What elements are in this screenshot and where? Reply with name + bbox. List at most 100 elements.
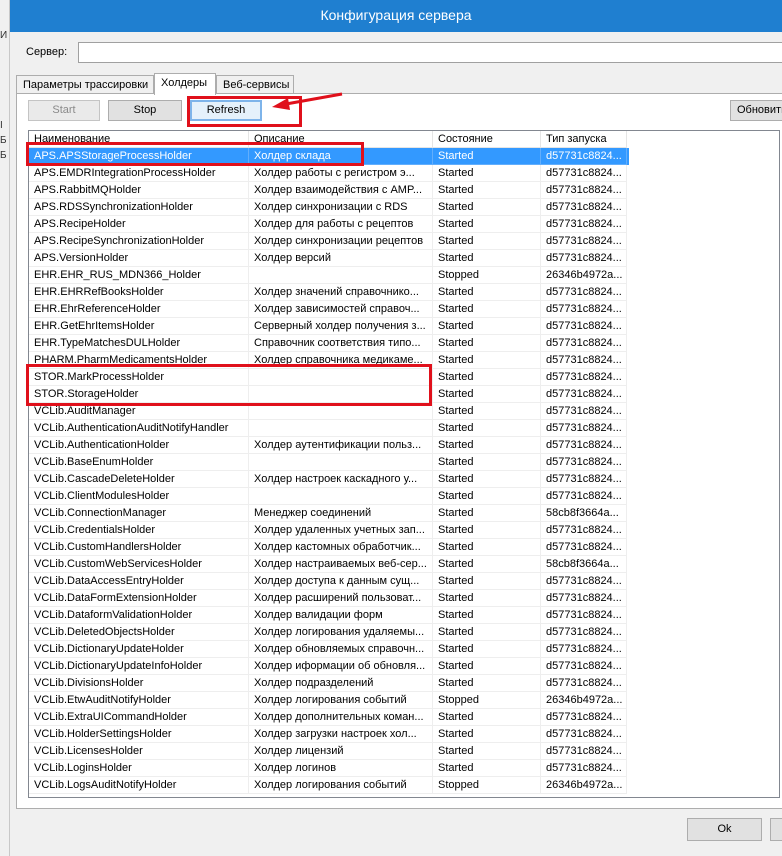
- table-row[interactable]: VCLib.DictionaryUpdateInfoHolder Холдер и…: [29, 658, 629, 675]
- table-row[interactable]: APS.APSStorageProcessHolder Холдер склада…: [29, 148, 629, 165]
- table-row[interactable]: VCLib.CascadeDeleteHolder Холдер настроек…: [29, 471, 629, 488]
- holder-description-cell: Холдер логирования удаляемы...: [249, 624, 433, 641]
- holder-launch-type-cell: d57731c8824...: [541, 420, 627, 437]
- holder-launch-type-cell: d57731c8824...: [541, 216, 627, 233]
- table-row[interactable]: EHR.TypeMatchesDULHolder Справочник соотв…: [29, 335, 629, 352]
- holder-state-cell: Started: [433, 743, 541, 760]
- holder-name-cell: VCLib.LicensesHolder: [29, 743, 249, 760]
- table-row[interactable]: VCLib.DataFormExtensionHolder Холдер расш…: [29, 590, 629, 607]
- table-row[interactable]: STOR.StorageHolder Started d57731c8824...: [29, 386, 629, 403]
- table-row[interactable]: EHR.EHRRefBooksHolder Холдер значений спр…: [29, 284, 629, 301]
- table-row[interactable]: APS.RabbitMQHolder Холдер взаимодействия …: [29, 182, 629, 199]
- table-row[interactable]: VCLib.AuthenticationAuditNotifyHandler St…: [29, 420, 629, 437]
- table-row[interactable]: VCLib.CustomWebServicesHolder Холдер наст…: [29, 556, 629, 573]
- holder-launch-type-cell: d57731c8824...: [541, 675, 627, 692]
- column-header-name[interactable]: Наименование: [29, 131, 249, 148]
- holder-name-cell: VCLib.DataformValidationHolder: [29, 607, 249, 624]
- table-row[interactable]: VCLib.DataformValidationHolder Холдер вал…: [29, 607, 629, 624]
- holder-description-cell: Менеджер соединений: [249, 505, 433, 522]
- table-row[interactable]: STOR.MarkProcessHolder Started d57731c8824…: [29, 369, 629, 386]
- holder-state-cell: Started: [433, 233, 541, 250]
- holder-description-cell: [249, 420, 433, 437]
- holder-launch-type-cell: d57731c8824...: [541, 250, 627, 267]
- table-row[interactable]: APS.RDSSynchronizationHolder Холдер синхр…: [29, 199, 629, 216]
- table-row[interactable]: VCLib.DictionaryUpdateHolder Холдер обнов…: [29, 641, 629, 658]
- server-input[interactable]: [78, 42, 782, 63]
- holder-state-cell: Started: [433, 488, 541, 505]
- table-row[interactable]: EHR.GetEhrItemsHolder Серверный холдер по…: [29, 318, 629, 335]
- table-row[interactable]: VCLib.DeletedObjectsHolder Холдер логиров…: [29, 624, 629, 641]
- table-row[interactable]: VCLib.ConnectionManager Менеджер соединен…: [29, 505, 629, 522]
- holder-launch-type-cell: d57731c8824...: [541, 641, 627, 658]
- holder-description-cell: Холдер настраиваемых веб-сер...: [249, 556, 433, 573]
- refresh-button[interactable]: Refresh: [190, 100, 262, 121]
- holder-launch-type-cell: d57731c8824...: [541, 573, 627, 590]
- table-row[interactable]: VCLib.AuthenticationHolder Холдер аутенти…: [29, 437, 629, 454]
- column-header-launch-type[interactable]: Тип запуска: [541, 131, 627, 148]
- holder-name-cell: VCLib.AuthenticationHolder: [29, 437, 249, 454]
- holder-state-cell: Stopped: [433, 777, 541, 794]
- holder-description-cell: Холдер логирования событий: [249, 692, 433, 709]
- table-row[interactable]: EHR.EHR_RUS_MDN366_Holder Stopped 26346b49…: [29, 267, 629, 284]
- holder-launch-type-cell: d57731c8824...: [541, 199, 627, 216]
- holder-launch-type-cell: d57731c8824...: [541, 539, 627, 556]
- table-row[interactable]: APS.RecipeSynchronizationHolder Холдер си…: [29, 233, 629, 250]
- table-row[interactable]: VCLib.LoginsHolder Холдер логинов Started d…: [29, 760, 629, 777]
- table-row[interactable]: VCLib.BaseEnumHolder Started d57731c8824..…: [29, 454, 629, 471]
- column-header-state[interactable]: Состояние: [433, 131, 541, 148]
- background-char: Б: [0, 150, 7, 161]
- table-row[interactable]: VCLib.CustomHandlersHolder Холдер кастомн…: [29, 539, 629, 556]
- table-row[interactable]: VCLib.LogsAuditNotifyHolder Холдер логиро…: [29, 777, 629, 794]
- holder-state-cell: Started: [433, 182, 541, 199]
- holder-description-cell: Холдер кастомных обработчик...: [249, 539, 433, 556]
- table-header: Наименование Описание Состояние Тип запу…: [29, 131, 779, 148]
- table-row[interactable]: APS.VersionHolder Холдер версий Started d57…: [29, 250, 629, 267]
- table-row[interactable]: VCLib.DivisionsHolder Холдер подразделени…: [29, 675, 629, 692]
- holder-name-cell: STOR.MarkProcessHolder: [29, 369, 249, 386]
- tab-web-services[interactable]: Веб-сервисы: [216, 75, 294, 94]
- tab-tracing-params[interactable]: Параметры трассировки: [16, 75, 154, 94]
- holder-launch-type-cell: d57731c8824...: [541, 454, 627, 471]
- table-row[interactable]: PHARM.PharmMedicamentsHolder Холдер справ…: [29, 352, 629, 369]
- table-row[interactable]: VCLib.ExtraUICommandHolder Холдер дополни…: [29, 709, 629, 726]
- holder-description-cell: Холдер работы с регистром э...: [249, 165, 433, 182]
- holder-description-cell: Холдер загрузки настроек хол...: [249, 726, 433, 743]
- holder-description-cell: Холдер дополнительных коман...: [249, 709, 433, 726]
- holder-state-cell: Started: [433, 284, 541, 301]
- table-row[interactable]: APS.EMDRIntegrationProcessHolder Холдер р…: [29, 165, 629, 182]
- holder-launch-type-cell: 58cb8f3664a...: [541, 505, 627, 522]
- table-row[interactable]: VCLib.HolderSettingsHolder Холдер загрузк…: [29, 726, 629, 743]
- table-row[interactable]: VCLib.CredentialsHolder Холдер удаленных …: [29, 522, 629, 539]
- holder-name-cell: EHR.EhrReferenceHolder: [29, 301, 249, 318]
- update-button[interactable]: Обновить: [730, 100, 782, 121]
- table-row[interactable]: VCLib.DataAccessEntryHolder Холдер доступ…: [29, 573, 629, 590]
- holder-launch-type-cell: d57731c8824...: [541, 386, 627, 403]
- holder-name-cell: VCLib.CredentialsHolder: [29, 522, 249, 539]
- column-header-description[interactable]: Описание: [249, 131, 433, 148]
- start-button[interactable]: Start: [28, 100, 100, 121]
- cancel-button-partial[interactable]: [770, 818, 782, 841]
- table-row[interactable]: VCLib.AuditManager Started d57731c8824...: [29, 403, 629, 420]
- holder-name-cell: APS.EMDRIntegrationProcessHolder: [29, 165, 249, 182]
- table-row[interactable]: VCLib.EtwAuditNotifyHolder Холдер логиров…: [29, 692, 629, 709]
- holder-name-cell: APS.VersionHolder: [29, 250, 249, 267]
- holder-description-cell: Серверный холдер получения з...: [249, 318, 433, 335]
- holder-state-cell: Started: [433, 216, 541, 233]
- table-row[interactable]: APS.RecipeHolder Холдер для работы с реце…: [29, 216, 629, 233]
- table-row[interactable]: VCLib.ClientModulesHolder Started d57731c8…: [29, 488, 629, 505]
- holder-description-cell: [249, 386, 433, 403]
- holder-description-cell: Холдер синхронизации рецептов: [249, 233, 433, 250]
- holders-table[interactable]: Наименование Описание Состояние Тип запу…: [28, 130, 780, 798]
- background-window-edge: И І Б Б: [0, 0, 10, 856]
- background-char: І: [0, 120, 3, 131]
- table-row[interactable]: VCLib.LicensesHolder Холдер лицензий Start…: [29, 743, 629, 760]
- tab-holders[interactable]: Холдеры: [154, 73, 216, 95]
- holder-name-cell: VCLib.DictionaryUpdateHolder: [29, 641, 249, 658]
- stop-button[interactable]: Stop: [108, 100, 182, 121]
- title-bar[interactable]: Конфигурация сервера: [10, 0, 782, 32]
- holder-description-cell: [249, 403, 433, 420]
- holder-launch-type-cell: d57731c8824...: [541, 471, 627, 488]
- ok-button[interactable]: Ok: [687, 818, 762, 841]
- holder-launch-type-cell: d57731c8824...: [541, 488, 627, 505]
- table-row[interactable]: EHR.EhrReferenceHolder Холдер зависимосте…: [29, 301, 629, 318]
